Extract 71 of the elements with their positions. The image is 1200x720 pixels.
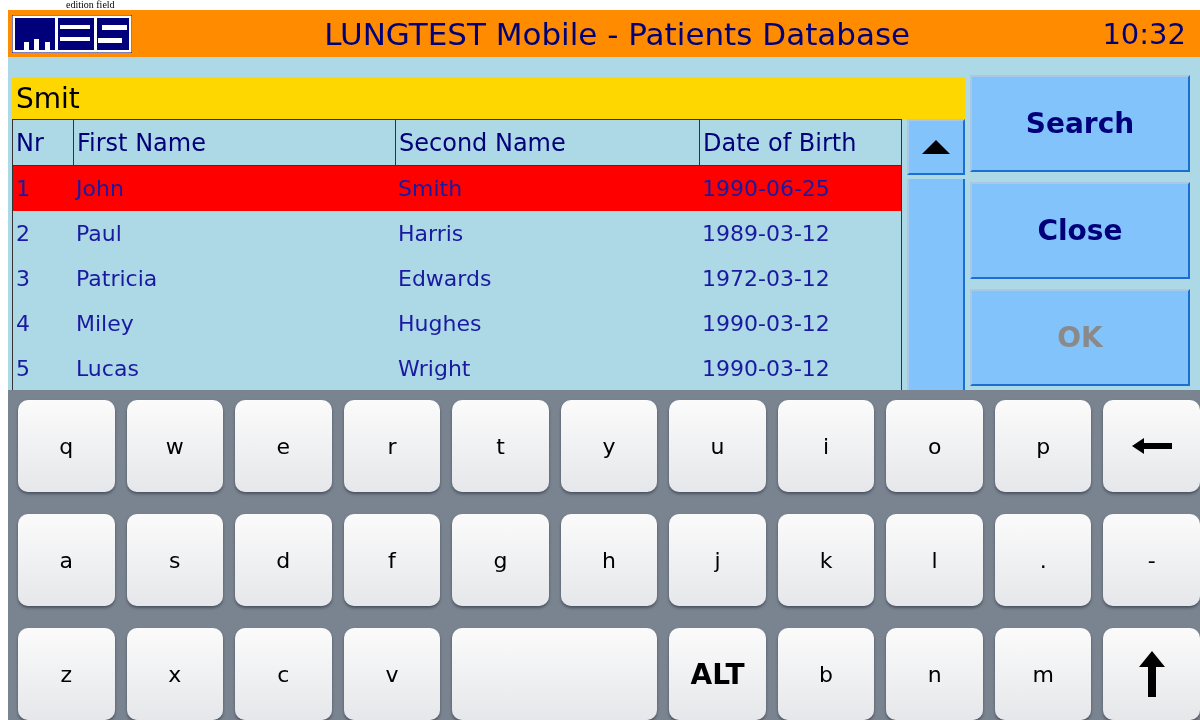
keyboard-key[interactable]: r (343, 400, 441, 492)
keyboard-key[interactable]: - (1103, 514, 1200, 606)
keyboard-key[interactable]: e (235, 400, 332, 492)
keyboard-key[interactable]: k (777, 514, 875, 606)
keyboard-key[interactable]: l (886, 514, 983, 606)
keyboard-key[interactable]: o (886, 400, 983, 492)
table-cell-text: 2 (15, 220, 31, 248)
table-cell-text: 1 (15, 175, 31, 203)
table-cell-text: Paul (75, 220, 123, 248)
table-cell-text: 1990-06-25 (701, 175, 831, 203)
scroll-up-button[interactable] (907, 119, 965, 175)
column-header: Second Name (395, 120, 699, 165)
table-cell-text: 4 (15, 310, 31, 338)
keyboard-key[interactable]: p (994, 400, 1092, 492)
keyboard-key[interactable]: b (777, 628, 875, 720)
keyboard-key[interactable]: z (18, 628, 115, 720)
keyboard-key[interactable]: i (777, 400, 875, 492)
left-arrow-icon (1131, 438, 1172, 454)
table-cell-text: 5 (15, 355, 31, 383)
table-cell-text: 1990-03-12 (701, 355, 831, 383)
keyboard-key[interactable]: v (343, 628, 441, 720)
alt-key[interactable]: ALT (669, 628, 766, 720)
table-cell-text: Patricia (75, 265, 159, 293)
column-header: Nr (15, 127, 45, 159)
table-row[interactable]: 5 Lucas Wright 1990-03-12 (13, 346, 902, 390)
keyboard-key[interactable]: w (126, 400, 224, 492)
table-row[interactable]: 4 Miley Hughes 1990-03-12 (13, 301, 902, 346)
table-row[interactable]: 3 Patricia Edwards 1972-03-12 (13, 256, 902, 301)
table-cell-text: Miley (75, 310, 135, 338)
shift-key[interactable] (1103, 628, 1200, 720)
keyboard-key[interactable]: c (235, 628, 332, 720)
window-title: LUNGTEST Mobile - Patients Database (323, 15, 912, 52)
table-cell-text: Harris (397, 220, 465, 248)
up-triangle-icon (922, 140, 951, 154)
keyboard-key[interactable]: d (235, 514, 332, 606)
keyboard-key[interactable]: m (994, 628, 1092, 720)
table-cell-text: Lucas (75, 355, 140, 383)
keyboard-key[interactable]: s (126, 514, 224, 606)
keyboard-key[interactable]: y (560, 400, 658, 492)
keyboard-key[interactable]: n (886, 628, 983, 720)
backspace-key[interactable] (1103, 400, 1200, 492)
scrollbar-track[interactable] (907, 179, 965, 390)
clock-time: 10:32 (1102, 16, 1186, 51)
keyboard-key[interactable]: j (669, 514, 766, 606)
table-cell-text: 1989-03-12 (701, 220, 831, 248)
keyboard-key[interactable]: q (18, 400, 115, 492)
keyboard-key[interactable]: t (452, 400, 549, 492)
keyboard-key[interactable]: . (994, 514, 1092, 606)
keyboard-key[interactable]: u (669, 400, 766, 492)
keyboard-key[interactable]: h (560, 514, 658, 606)
column-header: Date of Birth (699, 120, 902, 165)
keyboard-key[interactable]: g (452, 514, 549, 606)
up-arrow-icon (1138, 651, 1165, 697)
column-header: First Name (73, 120, 395, 165)
table-cell-text: Edwards (397, 265, 493, 293)
search-field[interactable]: Smit (12, 77, 965, 119)
table-cell-text: Hughes (397, 310, 483, 338)
keyboard-key[interactable]: a (18, 514, 115, 606)
table-cell-text: 1990-03-12 (701, 310, 831, 338)
action-button[interactable]: Close (970, 182, 1190, 279)
table-cell-text: John (74, 175, 125, 203)
action-button[interactable]: Search (970, 75, 1190, 172)
table-row[interactable]: 2 Paul Harris 1989-03-12 (13, 211, 902, 256)
table-cell-text: Wright (397, 355, 472, 383)
table-cell-text: 1972-03-12 (701, 265, 831, 293)
logo-icon (12, 14, 132, 53)
table-cell-text: 3 (15, 265, 31, 293)
table-cell-text: Smith (397, 175, 464, 203)
caption-text: edition field (66, 0, 115, 10)
keyboard-key[interactable]: f (343, 514, 441, 606)
keyboard-key[interactable]: x (126, 628, 224, 720)
